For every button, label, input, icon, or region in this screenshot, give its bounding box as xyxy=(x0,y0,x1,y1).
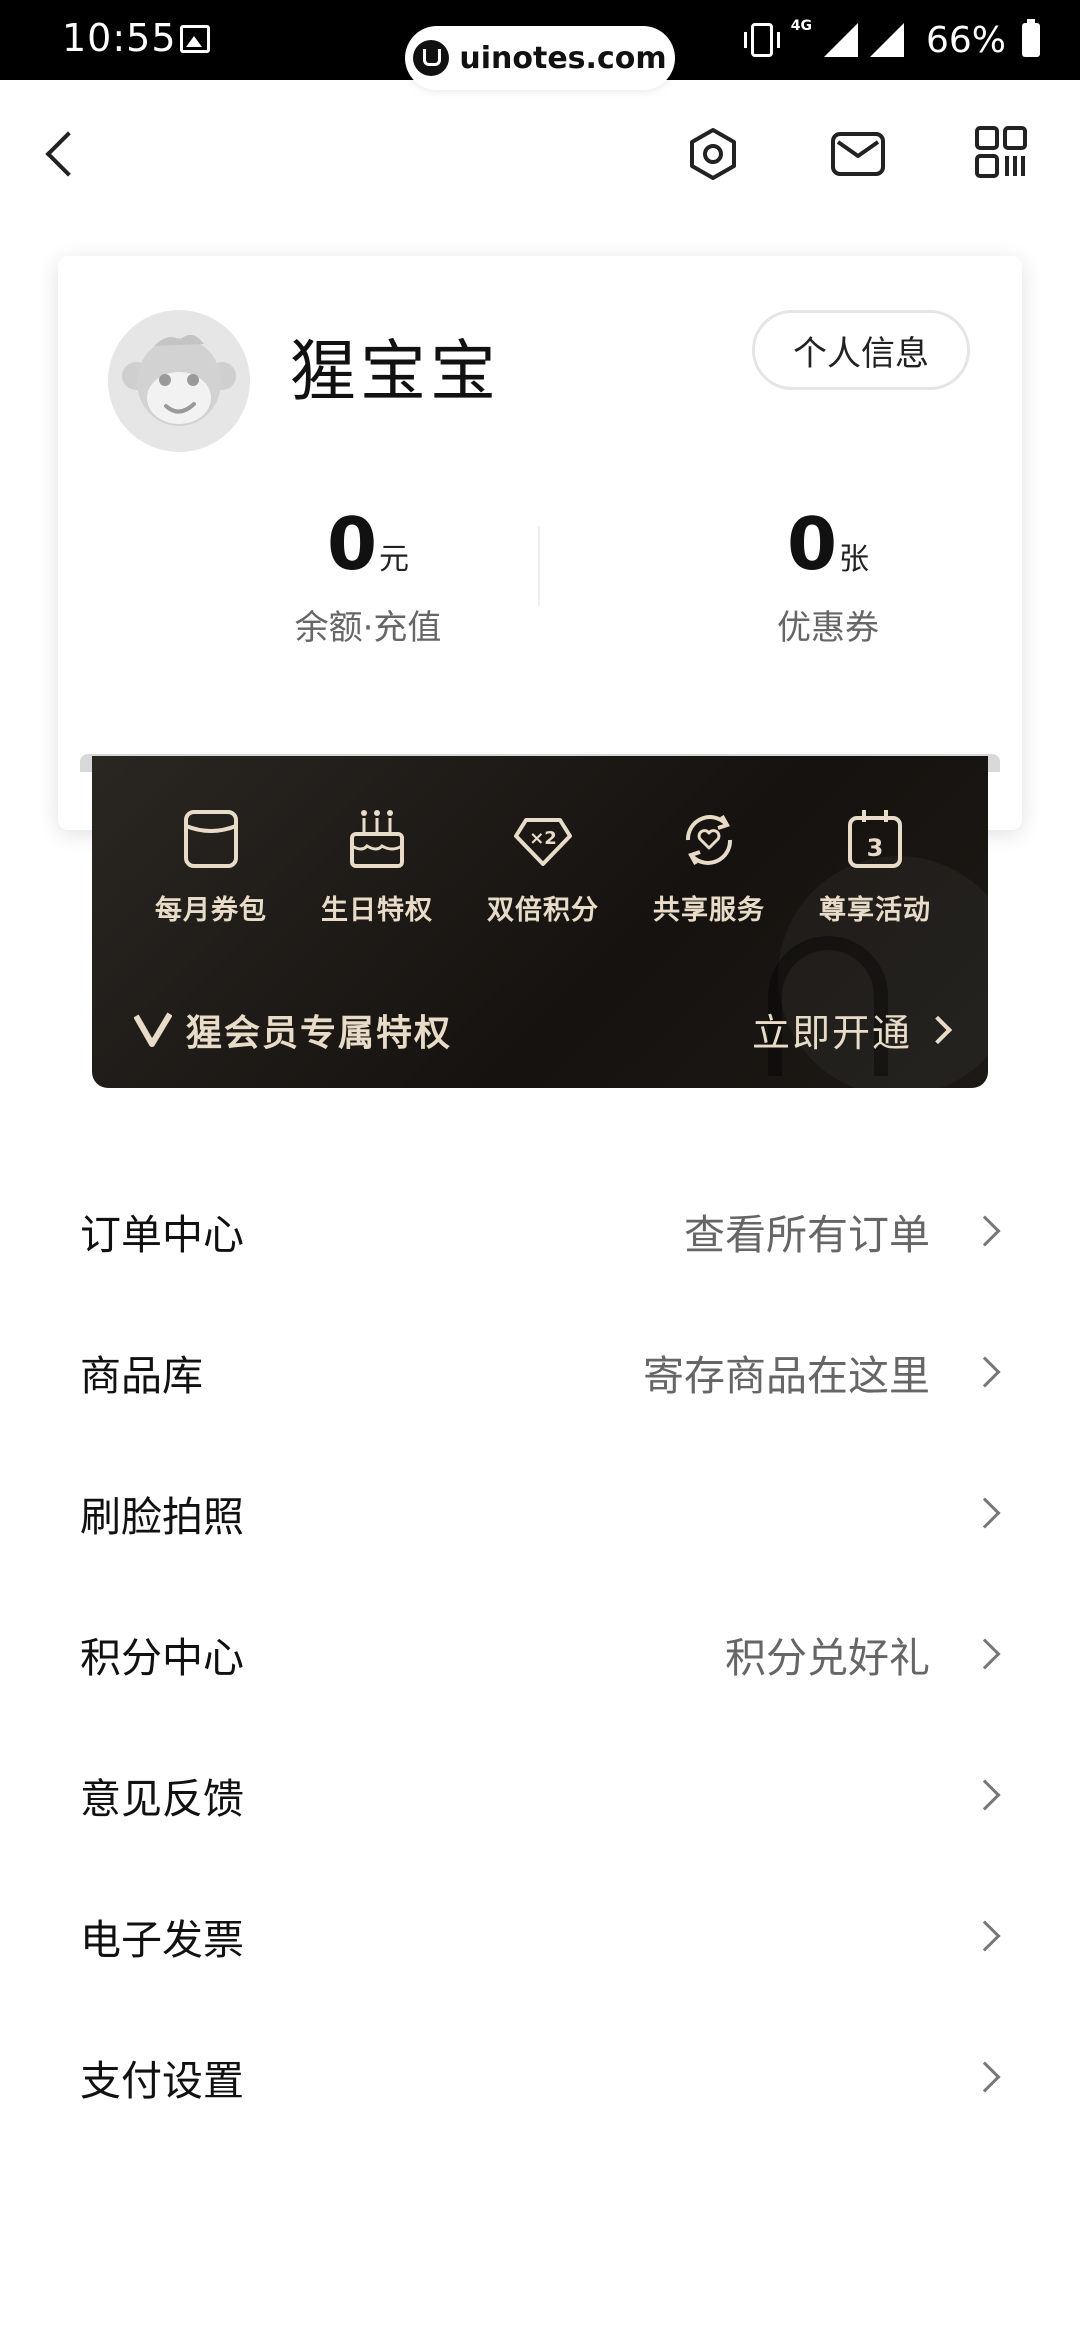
menu-item-orders[interactable]: 订单中心 查看所有订单 xyxy=(0,1160,1080,1301)
menu-item-hint: 查看所有订单 xyxy=(684,1210,930,1259)
perk-exclusive-events[interactable]: 3 尊享活动 xyxy=(792,806,958,927)
menu-item-face-photo[interactable]: 刷脸拍照 xyxy=(0,1442,1080,1583)
chevron-right-icon xyxy=(969,2060,1001,2093)
vip-v-icon xyxy=(134,1012,172,1047)
menu-item-product-storage[interactable]: 商品库 寄存商品在这里 xyxy=(0,1301,1080,1442)
menu-item-e-invoice[interactable]: 电子发票 xyxy=(0,1865,1080,2006)
status-indicators: 4G 66% xyxy=(743,14,1040,66)
username: 猩宝宝 xyxy=(290,333,500,410)
avatar[interactable] xyxy=(108,310,250,452)
menu-item-label: 电子发票 xyxy=(80,1915,244,1964)
back-icon[interactable] xyxy=(40,122,80,182)
perk-label: 共享服务 xyxy=(653,895,765,926)
menu-item-hint: 寄存商品在这里 xyxy=(643,1351,930,1400)
coupon-value: 0 xyxy=(786,502,838,586)
watermark: uinotes.com xyxy=(405,26,675,90)
vip-title: 猩会员专属特权 xyxy=(186,1013,453,1054)
perk-birthday[interactable]: 生日特权 xyxy=(294,806,460,927)
menu-item-feedback[interactable]: 意见反馈 xyxy=(0,1724,1080,1865)
balance-value: 0 xyxy=(326,502,378,586)
image-notification-icon xyxy=(180,25,210,53)
birthday-cake-icon xyxy=(350,810,404,868)
perk-shared-service[interactable]: 共享服务 xyxy=(626,806,792,927)
watermark-text: uinotes.com xyxy=(459,40,667,76)
perk-label: 双倍积分 xyxy=(487,895,599,926)
chevron-right-icon xyxy=(969,1355,1001,1388)
profile-info-button[interactable]: 个人信息 xyxy=(752,310,970,390)
perk-label: 每月券包 xyxy=(155,895,267,926)
screen: { "status_bar": { "time": "10:55", "netw… xyxy=(0,0,1080,2340)
menu-item-points-center[interactable]: 积分中心 积分兑好礼 xyxy=(0,1583,1080,1724)
menu-item-label: 积分中心 xyxy=(80,1633,244,1682)
stat-divider xyxy=(538,526,540,606)
menu-item-payment-settings[interactable]: 支付设置 xyxy=(0,2006,1080,2147)
settings-icon[interactable] xyxy=(685,126,741,182)
qr-code-icon[interactable] xyxy=(975,126,1027,178)
menu-item-hint: 积分兑好礼 xyxy=(725,1633,930,1682)
chevron-right-icon xyxy=(923,1015,953,1044)
perk-double-points[interactable]: ×2 双倍积分 xyxy=(460,806,626,927)
battery-icon xyxy=(1022,19,1040,57)
menu-item-label: 刷脸拍照 xyxy=(80,1492,244,1541)
perk-label: 生日特权 xyxy=(321,895,433,926)
coupon-label: 优惠券 xyxy=(777,608,879,648)
chevron-right-icon xyxy=(969,1214,1001,1247)
status-time: 10:55 xyxy=(62,16,177,60)
menu-item-label: 订单中心 xyxy=(80,1210,244,1259)
balance-unit: 元 xyxy=(379,542,410,577)
signal-icon xyxy=(823,23,858,57)
perk-monthly-coupons[interactable]: 每月券包 xyxy=(128,806,294,927)
wifi-signal-icon xyxy=(869,23,904,57)
profile-card: 猩宝宝 个人信息 0 元 余额·充值 0 张 优惠券 xyxy=(58,256,1022,830)
menu-item-label: 商品库 xyxy=(80,1351,203,1400)
svg-text:3: 3 xyxy=(867,834,884,862)
network-type: 4G xyxy=(790,18,812,34)
vip-open-label: 立即开通 xyxy=(751,1011,912,1055)
chevron-right-icon xyxy=(969,1496,1001,1529)
menu-list: 订单中心 查看所有订单 商品库 寄存商品在这里 刷脸拍照 积分中心 积分兑好礼 … xyxy=(0,1160,1080,2147)
vip-title-row: 猩会员专属特权 xyxy=(134,1004,452,1056)
chevron-right-icon xyxy=(969,1637,1001,1670)
shared-service-icon xyxy=(685,815,733,865)
svg-text:×2: ×2 xyxy=(529,828,557,849)
coupon-stat[interactable]: 0 张 优惠券 xyxy=(678,502,978,649)
vip-card[interactable]: 每月券包 生日特权 ×2 双倍积分 共享服务 3 尊享活动 猩会员专属特权 立即… xyxy=(92,756,988,1088)
perk-label: 尊享活动 xyxy=(819,895,931,926)
chevron-right-icon xyxy=(969,1919,1001,1952)
monkey-avatar-icon xyxy=(108,310,250,452)
chevron-right-icon xyxy=(969,1778,1001,1811)
menu-item-label: 支付设置 xyxy=(80,2056,244,2105)
mail-icon[interactable] xyxy=(830,126,886,182)
calendar-icon: 3 xyxy=(848,810,902,868)
balance-stat[interactable]: 0 元 余额·充值 xyxy=(218,502,518,649)
double-points-icon: ×2 xyxy=(514,818,572,866)
vip-open-button[interactable]: 立即开通 xyxy=(751,1002,953,1057)
watermark-logo-icon xyxy=(413,40,450,76)
balance-label: 余额·充值 xyxy=(294,608,442,648)
vibrate-icon xyxy=(743,23,780,57)
coupon-unit: 张 xyxy=(839,542,870,577)
menu-item-label: 意见反馈 xyxy=(80,1774,244,1823)
battery-percent: 66% xyxy=(925,19,1006,61)
coupon-pack-icon xyxy=(184,810,238,868)
